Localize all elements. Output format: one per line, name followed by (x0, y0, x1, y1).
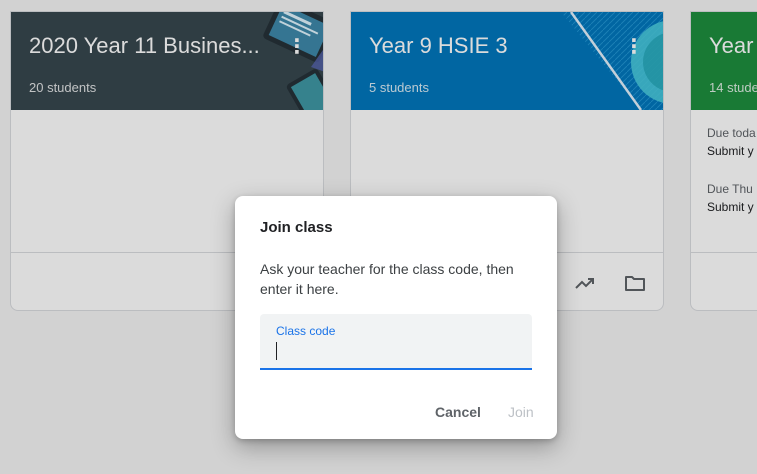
dialog-title: Join class (260, 219, 333, 236)
text-caret (276, 342, 277, 360)
classroom-home: 2020 Year 11 Busines... 20 students ⋮ Ye… (0, 0, 757, 474)
cancel-button[interactable]: Cancel (435, 400, 481, 424)
class-code-input[interactable] (276, 340, 516, 362)
dialog-description: Ask your teacher for the class code, the… (260, 261, 514, 297)
class-code-label: Class code (276, 324, 336, 338)
join-button[interactable]: Join (508, 400, 534, 424)
join-class-dialog: Join class Ask your teacher for the clas… (235, 196, 557, 439)
class-code-field[interactable]: Class code (260, 314, 532, 370)
